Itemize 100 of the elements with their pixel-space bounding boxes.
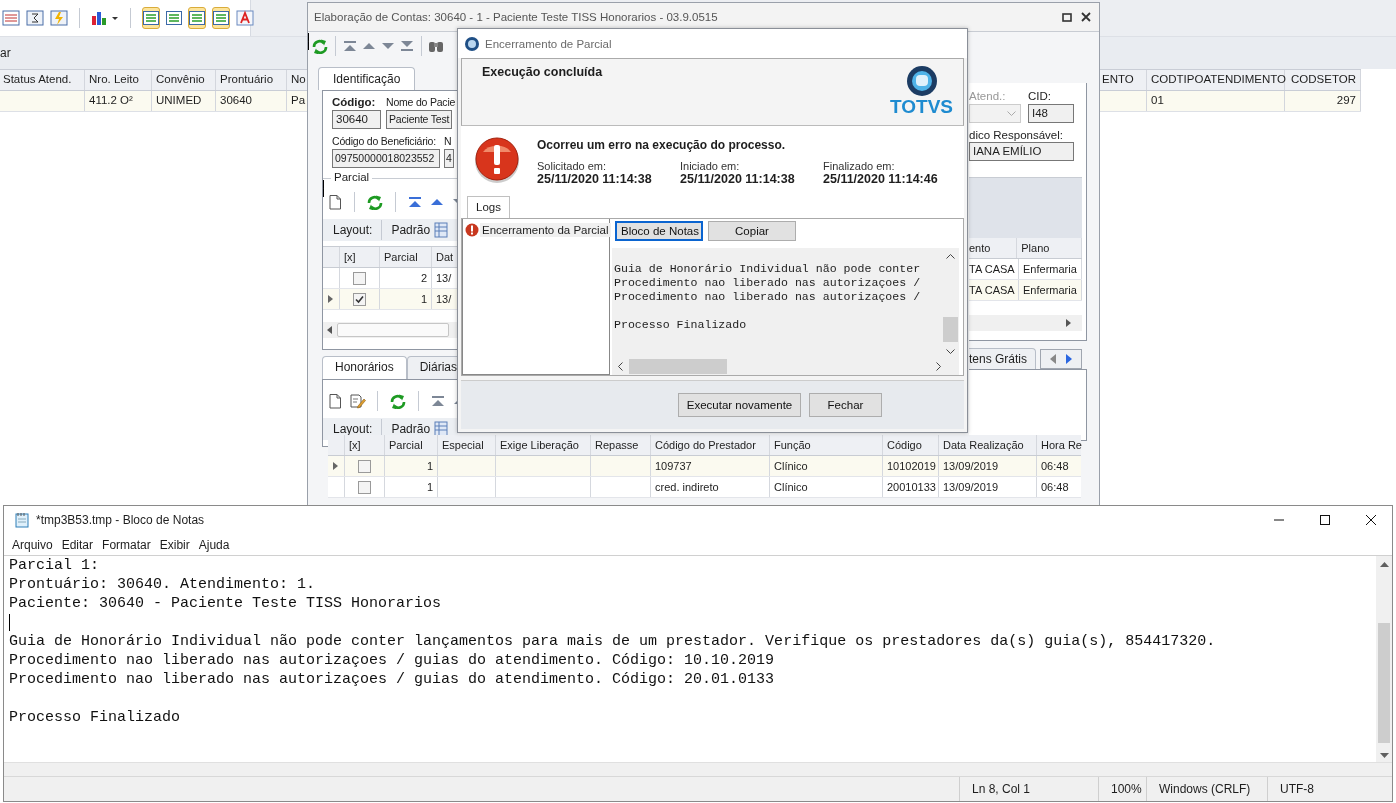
scrollbar-thumb[interactable]: [629, 359, 727, 374]
column-header[interactable]: Especial: [438, 435, 496, 455]
last-icon[interactable]: [399, 38, 415, 54]
scrollbar[interactable]: [612, 358, 959, 375]
checkbox[interactable]: [358, 459, 371, 473]
scroll-right-icon[interactable]: [936, 362, 941, 371]
scroll-left-icon[interactable]: [327, 326, 333, 334]
list-item[interactable]: Encerramento da Parcial: [480, 223, 611, 237]
button[interactable]: Executar novamente: [678, 393, 801, 417]
time-label: Finalizado em:: [823, 160, 896, 172]
column-header[interactable]: Nro. Leito: [85, 70, 152, 90]
column-header[interactable]: Parcial: [380, 247, 432, 267]
new-document-icon[interactable]: [327, 393, 343, 409]
column-header[interactable]: Convênio: [152, 70, 216, 90]
tab-scroll-control[interactable]: [1040, 349, 1083, 369]
restore-icon[interactable]: [1062, 12, 1072, 22]
layout-dropdown[interactable]: Padrão: [391, 223, 431, 237]
table-row[interactable]: 2 13/: [323, 268, 458, 289]
scroll-up-icon[interactable]: [1379, 562, 1389, 567]
grid-stripes-icon: [213, 11, 229, 25]
close-icon[interactable]: [1366, 515, 1376, 525]
column-header[interactable]: Dat: [432, 247, 454, 267]
tab[interactable]: tens Grátis: [969, 348, 1037, 369]
column-header[interactable]: ento: [969, 238, 1018, 258]
table-row[interactable]: 1 109737 Clínico 10102019 13/09/2019 06:48: [328, 456, 1081, 477]
first-icon[interactable]: [407, 194, 423, 210]
horizontal-scrollbar[interactable]: [4, 762, 1392, 776]
column-header[interactable]: Status Atend.: [0, 70, 85, 90]
column-header[interactable]: [x]: [340, 247, 380, 267]
grid-toggle-button[interactable]: [142, 7, 160, 29]
menu-item[interactable]: Editar: [61, 537, 94, 552]
scrollbar-thumb[interactable]: [337, 323, 449, 337]
column-header[interactable]: Hora Re: [1037, 435, 1081, 455]
checkbox[interactable]: [353, 271, 366, 285]
sum-icon[interactable]: [26, 10, 44, 26]
table-cell: TA CASA: [969, 280, 1019, 300]
grid-icon[interactable]: [434, 421, 449, 437]
column-header[interactable]: Parcial: [385, 435, 438, 455]
edit-document-icon[interactable]: [349, 393, 366, 409]
button[interactable]: Bloco de Notas: [615, 221, 703, 241]
column-header[interactable]: Prontuário: [216, 70, 287, 90]
column-header[interactable]: Código do Prestador: [651, 435, 770, 455]
maximize-icon[interactable]: [1320, 515, 1330, 525]
column-header[interactable]: Exige Liberação: [496, 435, 591, 455]
scroll-down-icon[interactable]: [946, 349, 955, 354]
button[interactable]: Fechar: [809, 393, 882, 417]
checkbox[interactable]: [353, 292, 366, 306]
grid-icon[interactable]: [434, 222, 449, 238]
tab[interactable]: Logs: [467, 196, 510, 218]
column-header[interactable]: [x]: [345, 435, 385, 455]
status-text: 100%: [1098, 777, 1146, 801]
table-cell-text: 13/: [435, 292, 453, 307]
first-icon[interactable]: [430, 393, 446, 409]
font-icon[interactable]: [236, 10, 254, 26]
dialog-title: Encerramento de Parcial: [485, 37, 612, 50]
first-icon[interactable]: [342, 38, 358, 54]
tab[interactable]: Identificação: [318, 67, 416, 90]
scrollbar-thumb[interactable]: [943, 316, 958, 342]
menu-item[interactable]: Ajuda: [198, 537, 230, 552]
table-icon[interactable]: [2, 10, 20, 26]
button[interactable]: Copiar: [708, 221, 796, 241]
column-header[interactable]: CODTIPOATENDIMENTO: [1147, 70, 1285, 90]
table-cell: 1: [385, 456, 438, 476]
checkbox[interactable]: [358, 480, 371, 494]
column-header[interactable]: Código: [883, 435, 939, 455]
tab[interactable]: Honorários: [322, 356, 407, 379]
layout-dropdown[interactable]: Padrão: [391, 422, 431, 436]
input-field[interactable]: Paciente Test: [386, 110, 452, 129]
logo-icon: [905, 65, 938, 97]
scroll-right-icon[interactable]: [1066, 319, 1072, 327]
column-header[interactable]: Repasse: [591, 435, 651, 455]
scrollbar-thumb[interactable]: [1378, 623, 1390, 743]
table-row[interactable]: 1 cred. indireto Clínico 20010133 13/09/2019 06:48: [328, 477, 1081, 498]
column-header[interactable]: Função: [770, 435, 883, 455]
menu-item[interactable]: Arquivo: [12, 537, 53, 552]
scroll-left-icon[interactable]: [618, 362, 623, 371]
close-icon[interactable]: [1081, 12, 1091, 22]
grid-toggle-button[interactable]: [188, 7, 206, 29]
table-row[interactable]: 1 13/: [323, 289, 458, 310]
scroll-up-icon[interactable]: [946, 254, 955, 259]
table-cell-text: 06:48: [1040, 459, 1070, 474]
input-field[interactable]: I48: [1028, 104, 1074, 123]
refresh-icon[interactable]: [366, 194, 384, 210]
scrollbar[interactable]: [1376, 556, 1392, 762]
input-field[interactable]: IANA EMÍLIO: [969, 142, 1074, 161]
column-header[interactable]: Plano: [1017, 238, 1082, 258]
input-field[interactable]: 4: [444, 149, 454, 168]
grid-toggle-button[interactable]: [212, 7, 230, 29]
input-field[interactable]: 30640: [332, 110, 381, 129]
refresh-icon[interactable]: [389, 393, 407, 409]
column-header[interactable]: CODSETOR: [1285, 70, 1361, 90]
refresh-icon[interactable]: [311, 38, 329, 54]
input-field[interactable]: 09750000018023552: [332, 149, 440, 168]
new-document-icon[interactable]: [327, 194, 343, 210]
column-header[interactable]: Data Realização: [939, 435, 1037, 455]
scroll-down-icon[interactable]: [1379, 753, 1389, 758]
bar-chart-icon[interactable]: [91, 10, 119, 26]
menu-item[interactable]: Exibir: [159, 537, 190, 552]
text-line: Procedimento nao liberado nas autorizaçoes / guias do atendimento. Código: 10.10.2019: [9, 651, 776, 670]
menu-item[interactable]: Formatar: [102, 537, 151, 552]
